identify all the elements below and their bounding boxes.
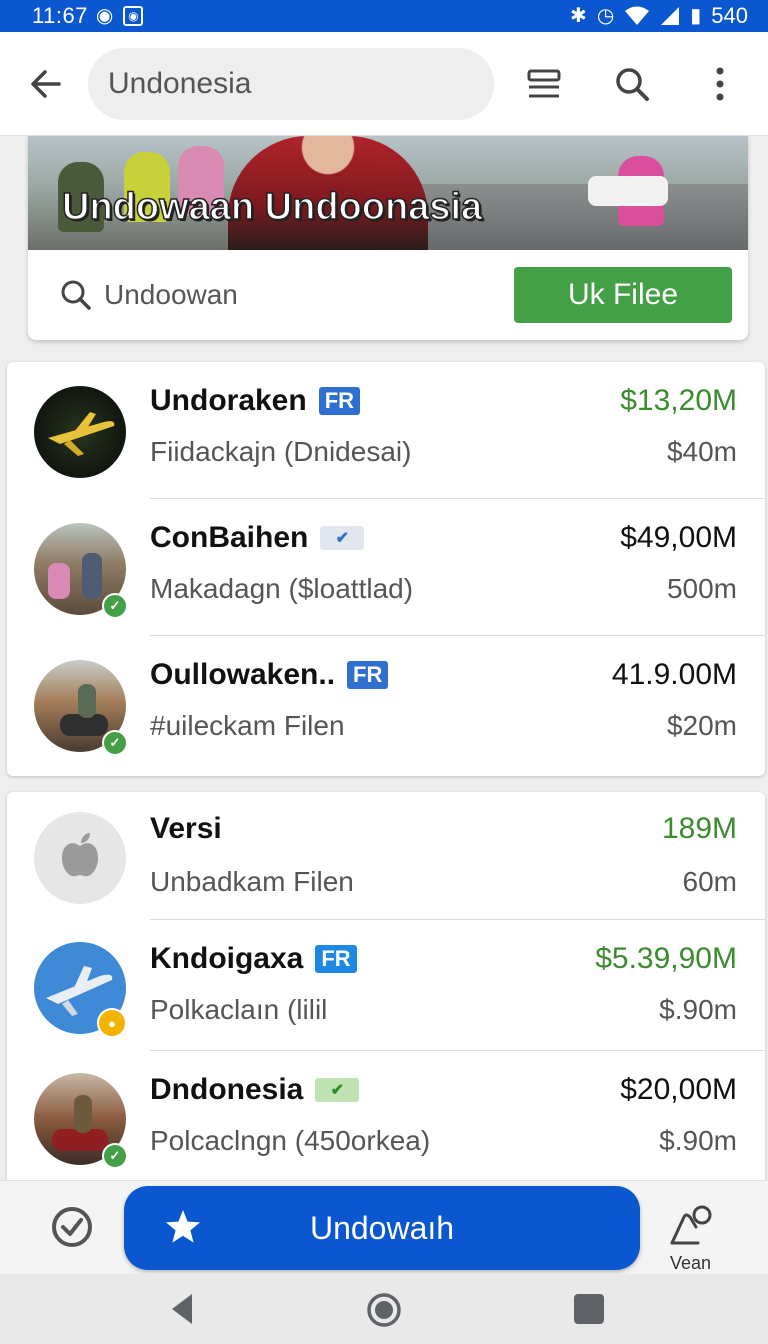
back-arrow-icon: [31, 69, 61, 98]
search-icon: [61, 280, 91, 310]
avatar: [34, 812, 126, 904]
more-options-button[interactable]: [696, 60, 744, 108]
list-item[interactable]: ✓ ConBaihen ✔ Makadagn ($loattlad) $49,0…: [7, 499, 765, 636]
list-item[interactable]: ● Kndoigaxa FR Polkaclaın (lilil $5.39,9…: [7, 920, 765, 1051]
search-input-value: Undonesia: [108, 66, 252, 100]
item-title: Oullowaken..: [150, 658, 336, 691]
avatar: [34, 386, 126, 478]
fr-badge: FR: [318, 387, 361, 415]
wifi-icon: [625, 6, 650, 25]
primary-action-button[interactable]: Undowaıh: [124, 1186, 640, 1270]
profile-button[interactable]: [668, 1203, 716, 1247]
hero-title: Undowaan Undoonasia: [61, 185, 483, 229]
check-button[interactable]: [50, 1205, 94, 1249]
fr-badge: FR: [315, 945, 357, 973]
check-circle-icon: [52, 1207, 92, 1247]
list-item[interactable]: ✓ Oullowaken.. FR #uileckam Filen 41.9.0…: [7, 636, 765, 773]
item-subtitle: Polkaclaın (lilil: [150, 994, 328, 1025]
search-button[interactable]: [608, 60, 656, 108]
airplane-icon: [48, 412, 115, 456]
check-badge-icon: ✓: [102, 730, 128, 756]
apple-icon: [62, 833, 98, 877]
item-subtitle: Fiidackajn (Dnidesai): [150, 436, 412, 467]
item-title: Undoraken: [150, 384, 307, 417]
list-view-button[interactable]: [520, 60, 568, 108]
star-icon: [166, 1210, 200, 1243]
item-title: Dndonesia: [150, 1073, 304, 1106]
item-subtitle: #uileckam Filen: [150, 710, 345, 741]
item-amount: $49,00M: [620, 521, 737, 554]
signal-icon: [661, 7, 680, 25]
search-input[interactable]: Undonesia: [88, 47, 494, 120]
item-amount: 41.9.00M: [611, 658, 737, 691]
item-size: $.90m: [659, 994, 737, 1025]
item-size: $20m: [666, 710, 737, 741]
check-badge-icon: ✓: [102, 593, 128, 619]
fr-badge: FR: [347, 661, 389, 689]
status-bar: 11:67 ◉ ◉ ✱ ◷ ▮ 540: [0, 0, 768, 32]
item-amount: $5.39,90M: [595, 942, 737, 975]
item-size: $.90m: [659, 1125, 737, 1156]
upload-file-button[interactable]: Uk Filee: [514, 267, 732, 323]
profile-label: Vean: [670, 1253, 712, 1273]
notification-icon: ◉: [95, 5, 114, 27]
battery-icon: ▮: [690, 5, 702, 27]
system-nav-bar: [0, 1274, 768, 1344]
item-size: 60m: [682, 866, 737, 897]
item-title: Versi: [150, 812, 222, 845]
verified-badge: ✔: [320, 526, 365, 550]
nav-recents-icon[interactable]: [574, 1294, 604, 1324]
hero-card: Undowaan Undoonasia Undoowan Uk Filee: [28, 136, 748, 340]
battery-level: 540: [711, 3, 748, 28]
item-amount: $13,20M: [620, 384, 737, 417]
item-amount: 189M: [661, 812, 737, 845]
item-size: 500m: [666, 573, 737, 604]
more-vert-icon: [716, 67, 724, 100]
check-badge-icon: ✓: [102, 1143, 128, 1169]
back-button[interactable]: [24, 62, 68, 106]
primary-action-label: Undowaıh: [309, 1209, 455, 1246]
nav-back-icon[interactable]: [168, 1292, 196, 1326]
item-subtitle: Makadagn ($loattlad): [150, 573, 414, 604]
user-location-icon: [670, 1205, 712, 1245]
item-subtitle: Unbadkam Filen: [150, 866, 354, 897]
nav-home-icon[interactable]: [366, 1292, 402, 1328]
app-notification-icon: ◉: [123, 6, 144, 26]
bluetooth-icon: ✱: [570, 5, 587, 27]
app-list-card: Undoraken FR Fiidackajn (Dnidesai) $13,2…: [7, 362, 765, 776]
top-toolbar: Undonesia: [0, 32, 768, 136]
item-subtitle: Polcaclngn (450orkea): [150, 1125, 431, 1156]
item-title: ConBaihen: [150, 521, 309, 554]
alarm-icon: ◷: [596, 5, 615, 27]
item-title: Kndoigaxa: [150, 942, 304, 975]
status-time: 11:67: [32, 3, 88, 28]
list-view-icon: [527, 69, 561, 97]
search-icon: [616, 67, 649, 101]
list-item[interactable]: Versi Unbadkam Filen 189M 60m: [7, 792, 765, 920]
verified-badge: ✔: [315, 1078, 360, 1102]
bottom-action-bar: Undowaıh Vean: [0, 1180, 768, 1274]
list-item[interactable]: ✓ Dndonesia ✔ Polcaclngn (450orkea) $20,…: [7, 1051, 765, 1192]
user-badge-icon: ●: [97, 1008, 127, 1038]
app-list-card: Versi Unbadkam Filen 189M 60m ● Kndoigax…: [7, 792, 765, 1192]
hero-search-field[interactable]: Undoowan: [104, 279, 238, 311]
item-amount: $20,00M: [620, 1073, 737, 1106]
list-item[interactable]: Undoraken FR Fiidackajn (Dnidesai) $13,2…: [7, 362, 765, 499]
hero-banner-image: Undowaan Undoonasia: [28, 136, 748, 250]
item-size: $40m: [666, 436, 737, 467]
